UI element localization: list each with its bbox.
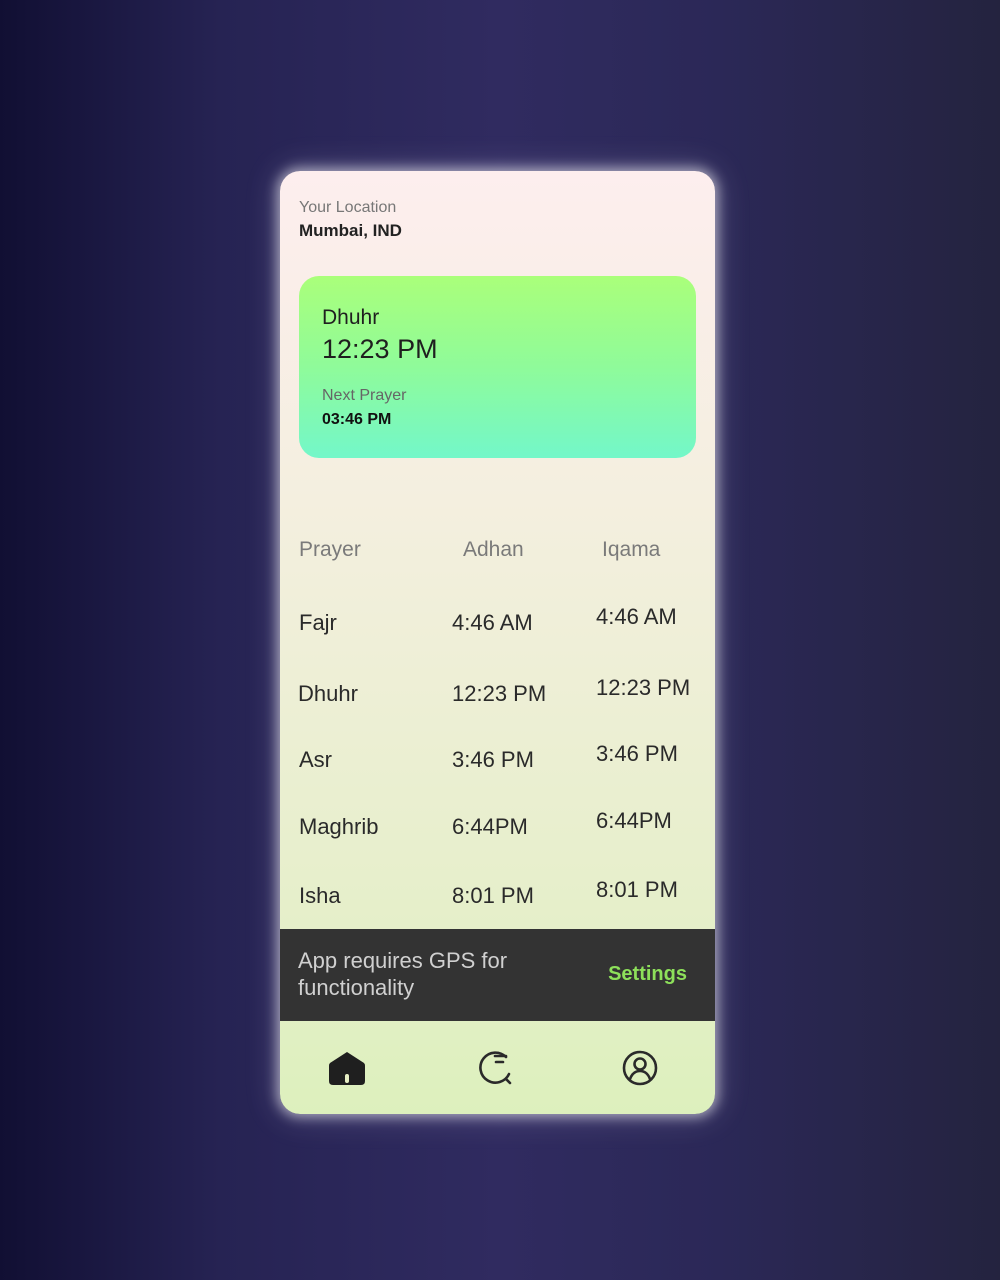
timer-search-icon (479, 1051, 512, 1085)
column-header-iqama: Iqama (602, 538, 661, 561)
location-label: Your Location (299, 199, 397, 216)
adhan-time: 4:46 AM (452, 610, 533, 635)
iqama-time: 8:01 PM (596, 877, 678, 902)
prayer-name: Dhuhr (298, 681, 358, 706)
adhan-time: 6:44PM (452, 814, 528, 839)
home-icon (329, 1052, 365, 1085)
current-prayer-card[interactable]: Dhuhr 12:23 PM Next Prayer 03:46 PM (299, 276, 696, 458)
snackbar-message: App requires GPS for functionality (298, 948, 508, 1000)
nav-profile-button[interactable] (615, 1043, 665, 1093)
settings-button[interactable]: Settings (608, 963, 687, 986)
next-prayer-label: Next Prayer (322, 387, 407, 404)
iqama-time: 6:44PM (596, 808, 672, 833)
column-header-prayer: Prayer (299, 538, 361, 561)
prayer-name: Asr (299, 747, 332, 772)
gps-snackbar: App requires GPS for functionality Setti… (280, 929, 715, 1021)
current-prayer-name: Dhuhr (322, 306, 380, 329)
adhan-time: 12:23 PM (452, 681, 547, 706)
column-header-adhan: Adhan (463, 538, 524, 561)
next-prayer-time: 03:46 PM (322, 411, 392, 428)
nav-home-button[interactable] (322, 1043, 372, 1093)
current-prayer-time: 12:23 PM (322, 334, 438, 364)
prayer-name: Fajr (299, 610, 337, 635)
nav-timer-search-button[interactable] (471, 1043, 521, 1093)
iqama-time: 3:46 PM (596, 741, 678, 766)
profile-icon (622, 1050, 658, 1086)
phone-screen: Your Location Mumbai, IND Dhuhr 12:23 PM… (280, 171, 715, 1114)
prayer-name: Maghrib (299, 814, 379, 839)
iqama-time: 12:23 PM (596, 675, 691, 700)
adhan-time: 3:46 PM (452, 747, 534, 772)
prayer-name: Isha (299, 883, 341, 908)
adhan-time: 8:01 PM (452, 883, 534, 908)
iqama-time: 4:46 AM (596, 604, 677, 629)
location-value[interactable]: Mumbai, IND (299, 221, 402, 241)
